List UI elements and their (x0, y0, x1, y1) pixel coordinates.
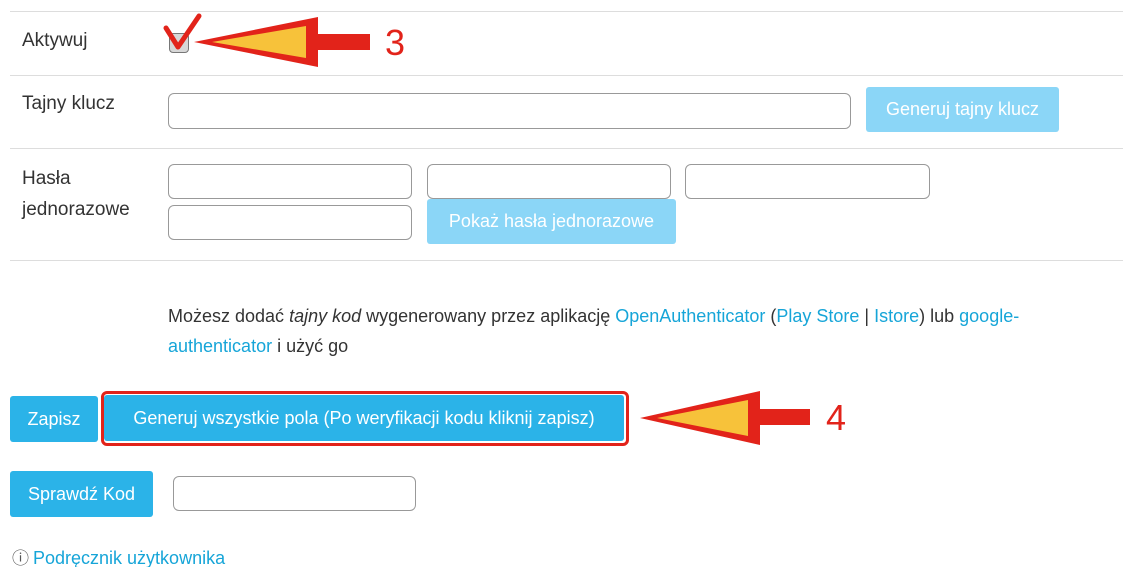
arrow-4-annotation (640, 391, 810, 445)
arrow-3-annotation (194, 17, 370, 67)
annotation-arrows (194, 17, 810, 445)
two-factor-settings-page: Aktywuj Tajny klucz Generuj tajny klucz … (0, 0, 1123, 567)
step-4-label: 4 (826, 397, 847, 438)
step-3-label: 3 (385, 22, 406, 63)
